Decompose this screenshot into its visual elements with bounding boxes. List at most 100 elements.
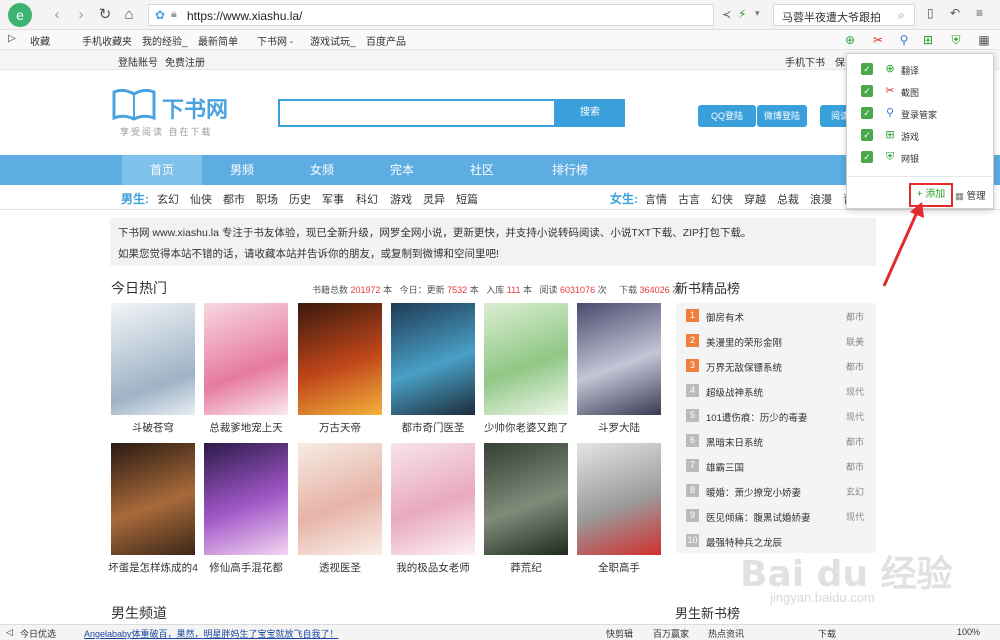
rank-item[interactable]: 5 101遭伤痕：历少的毒妻 现代 — [676, 403, 876, 428]
female-cat[interactable]: 穿越 — [744, 191, 766, 207]
rank-book-name[interactable]: 101遭伤痕：历少的毒妻 — [706, 410, 807, 424]
dropdown-icon[interactable]: ▾ — [755, 8, 760, 19]
popup-item-login[interactable]: ✓ ⚲ 登录管家 — [861, 105, 981, 123]
popup-item-game[interactable]: ✓ ⊞ 游戏 — [861, 127, 981, 145]
rank-book-name[interactable]: 暖婚：萧少撩宠小娇妻 — [706, 485, 801, 499]
back-icon[interactable]: ‹ — [48, 6, 66, 24]
book-cover[interactable] — [484, 443, 568, 555]
rank-book-name[interactable]: 医见倾痛：腹黑试婚娇妻 — [706, 510, 811, 524]
checkbox-icon[interactable]: ✓ — [861, 107, 873, 119]
site-search-button[interactable]: 搜索 — [555, 99, 625, 127]
book-cover[interactable] — [577, 443, 661, 555]
forward-icon[interactable]: › — [72, 6, 90, 24]
male-cat[interactable]: 都市 — [223, 191, 245, 207]
book-cover[interactable] — [391, 303, 475, 415]
fav-item[interactable]: 最新简单 — [198, 33, 238, 48]
book-cover[interactable] — [577, 303, 661, 415]
fav-item[interactable]: 游戏试玩_ — [310, 33, 356, 48]
status-news[interactable]: Angelababy体重破百，果然，明星胖妈生了宝宝就放飞自我了！ — [84, 627, 339, 640]
nav-ranking[interactable]: 排行榜 — [530, 155, 610, 185]
share-icon[interactable]: ≺ — [722, 8, 731, 21]
nav-home[interactable]: 首页 — [122, 155, 202, 185]
male-cat[interactable]: 历史 — [289, 191, 311, 207]
rank-book-name[interactable]: 雄霸三国 — [706, 460, 744, 474]
rank-book-name[interactable]: 黑暗末日系统 — [706, 435, 763, 449]
translate-icon[interactable]: ⊕ — [842, 32, 858, 48]
book-cover[interactable] — [111, 303, 195, 415]
qq-login-button[interactable]: QQ登陆 — [698, 105, 756, 127]
login-link[interactable]: 登陆账号 — [118, 54, 158, 69]
female-cat[interactable]: 浪漫 — [810, 191, 832, 207]
male-cat[interactable]: 玄幻 — [157, 191, 179, 207]
speaker-icon[interactable]: ◁ — [6, 627, 13, 638]
rank-item[interactable]: 9 医见倾痛：腹黑试婚娇妻 现代 — [676, 503, 876, 528]
popup-item-translate[interactable]: ✓ ⊕ 翻译 — [861, 61, 981, 79]
rank-item[interactable]: 7 雄霸三国 都市 — [676, 453, 876, 478]
nav-finished[interactable]: 完本 — [362, 155, 442, 185]
book-cover[interactable] — [204, 443, 288, 555]
rank-book-name[interactable]: 美漫里的荣形金刚 — [706, 335, 782, 349]
zoom-level[interactable]: 100% — [957, 627, 980, 637]
shield-icon[interactable]: ⛨ — [948, 32, 964, 48]
rank-item[interactable]: 1 御房有术 都市 — [676, 303, 876, 328]
menu-icon[interactable]: ≡ — [976, 6, 983, 20]
home-icon[interactable]: ⌂ — [120, 6, 138, 24]
mobile-icon[interactable]: ▯ — [927, 6, 934, 20]
checkbox-icon[interactable]: ✓ — [861, 63, 873, 75]
fav-item[interactable]: 下书网 - — [257, 33, 293, 48]
male-cat[interactable]: 游戏 — [390, 191, 412, 207]
book-cover[interactable] — [298, 443, 382, 555]
male-cat[interactable]: 科幻 — [356, 191, 378, 207]
book-cover[interactable] — [111, 443, 195, 555]
undo-icon[interactable]: ↶ — [950, 6, 960, 20]
female-cat[interactable]: 古言 — [678, 191, 700, 207]
site-search-input[interactable] — [278, 99, 556, 127]
rank-book-name[interactable]: 万界无敌保镖系统 — [706, 360, 782, 374]
male-cat[interactable]: 仙侠 — [190, 191, 212, 207]
book-cover[interactable] — [298, 303, 382, 415]
nav-female[interactable]: 女频 — [282, 155, 362, 185]
popup-item-bank[interactable]: ✓ ⛨ 网银 — [861, 149, 981, 167]
status-item[interactable]: 下载 — [818, 627, 836, 640]
female-cat[interactable]: 言情 — [645, 191, 667, 207]
speed-icon[interactable]: ⚡ — [738, 7, 746, 21]
weibo-login-button[interactable]: 微博登陆 — [757, 105, 807, 127]
sidebar-toggle-icon[interactable]: ▷ — [8, 33, 16, 44]
search-icon[interactable]: ⌕ — [898, 8, 905, 23]
status-item[interactable]: 热点资讯 — [708, 627, 744, 640]
reload-icon[interactable]: ↻ — [96, 6, 114, 24]
manage-extensions-button[interactable]: ▦ 管理 — [955, 188, 986, 202]
address-bar[interactable]: ✿ 🔒︎ https://www.xiashu.la/ — [148, 4, 714, 26]
rank-item[interactable]: 6 黑暗末日系统 都市 — [676, 428, 876, 453]
status-item[interactable]: 快剪辑 — [606, 627, 633, 640]
book-cover[interactable] — [204, 303, 288, 415]
screenshot-icon[interactable]: ✂ — [870, 32, 886, 48]
status-item[interactable]: 百万赢家 — [653, 627, 689, 640]
register-link[interactable]: 免费注册 — [165, 54, 205, 69]
checkbox-icon[interactable]: ✓ — [861, 85, 873, 97]
rank-item[interactable]: 3 万界无敌保镖系统 都市 — [676, 353, 876, 378]
nav-community[interactable]: 社区 — [442, 155, 522, 185]
mobile-link[interactable]: 手机下书 — [785, 54, 825, 69]
fav-item[interactable]: 收藏 — [30, 33, 50, 48]
male-cat[interactable]: 短篇 — [456, 191, 478, 207]
rank-book-name[interactable]: 超级战神系统 — [706, 385, 763, 399]
rank-book-name[interactable]: 御房有术 — [706, 310, 744, 324]
fav-item[interactable]: 手机收藏夹 — [82, 33, 132, 48]
male-cat[interactable]: 灵异 — [423, 191, 445, 207]
nav-male[interactable]: 男频 — [202, 155, 282, 185]
female-cat[interactable]: 总裁 — [777, 191, 799, 207]
popup-item-screenshot[interactable]: ✓ ✂ 截图 — [861, 83, 981, 101]
search-input[interactable]: 马蓉半夜遭大爷跟拍 ⌕ — [773, 4, 915, 26]
key-icon[interactable]: ⚲ — [896, 32, 912, 48]
rank-item[interactable]: 2 美漫里的荣形金刚 联美 — [676, 328, 876, 353]
apps-icon[interactable]: ▦ — [976, 32, 992, 48]
url-text[interactable]: https://www.xiashu.la/ — [187, 9, 302, 23]
fav-item[interactable]: 百度产品 — [366, 33, 406, 48]
male-cat[interactable]: 职场 — [256, 191, 278, 207]
checkbox-icon[interactable]: ✓ — [861, 151, 873, 163]
male-cat[interactable]: 军事 — [322, 191, 344, 207]
rank-item[interactable]: 4 超级战神系统 现代 — [676, 378, 876, 403]
fav-item[interactable]: 我的经验_ — [142, 33, 188, 48]
save-link[interactable]: 保 — [835, 54, 845, 69]
